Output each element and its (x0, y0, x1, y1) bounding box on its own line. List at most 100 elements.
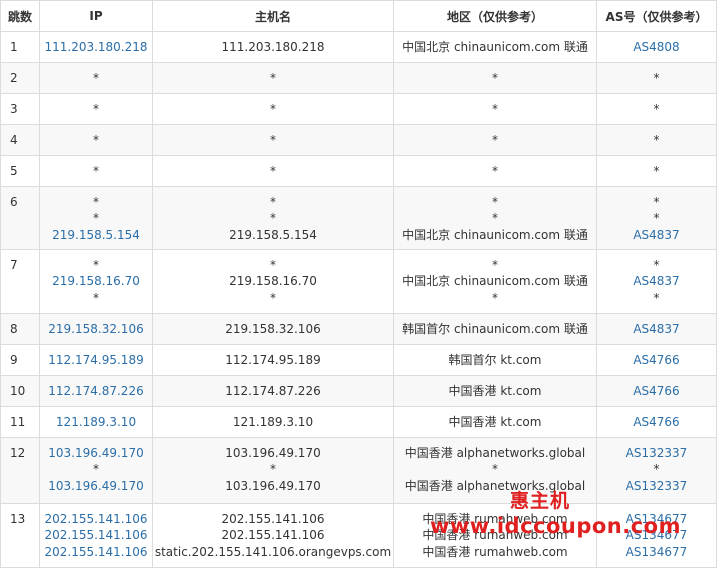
hostname-text: 219.158.16.70 (229, 274, 317, 289)
as-link[interactable]: AS134677 (597, 544, 716, 560)
ip-link[interactable]: 112.174.95.189 (40, 352, 152, 368)
as-link[interactable]: AS134677 (597, 511, 716, 527)
ip-link[interactable]: 202.155.141.106 (40, 527, 152, 543)
as-link[interactable]: AS4837 (597, 273, 716, 289)
ip-link[interactable]: 202.155.141.106 (40, 511, 152, 527)
timeout-marker: * (492, 164, 498, 178)
ip-link[interactable]: 219.158.16.70 (40, 273, 152, 289)
hop-number: 13 (0, 503, 40, 568)
hostname-cell: * (152, 93, 394, 125)
hostname-cell: 121.189.3.10 (152, 406, 394, 438)
table-header-row: 跳数 IP 主机名 地区（仅供参考） AS号（仅供参考） (0, 0, 717, 32)
timeout-marker: * (270, 102, 276, 116)
as-link[interactable]: AS4766 (597, 383, 716, 399)
region-cell: * (393, 155, 597, 187)
as-cell: AS134677 AS134677 AS134677 (596, 503, 717, 568)
timeout-marker: * (653, 258, 660, 272)
timeout-marker: * (270, 290, 276, 305)
region-text: 中国香港 rumahweb.com (422, 528, 568, 543)
timeout-marker: * (93, 102, 99, 116)
ip-cell: 121.189.3.10 (39, 406, 153, 438)
as-cell: AS4766 (596, 375, 717, 407)
timeout-marker: * (93, 462, 99, 477)
hostname-text: 112.174.87.226 (225, 384, 321, 398)
region-text: 中国香港 kt.com (448, 384, 542, 398)
timeout-marker: * (653, 290, 660, 305)
timeout-marker: * (93, 290, 99, 305)
ip-link[interactable]: 202.155.141.106 (40, 544, 152, 560)
ip-cell: 219.158.32.106 (39, 313, 153, 345)
as-cell: AS4808 (596, 31, 717, 63)
timeout-marker: * (270, 71, 276, 85)
timeout-marker: * (93, 133, 99, 147)
hop-number: 8 (0, 313, 40, 345)
timeout-marker: * (93, 71, 99, 85)
ip-cell: * (39, 93, 153, 125)
as-link[interactable]: AS4837 (597, 321, 716, 337)
table-row: 4 * * * * (0, 124, 717, 156)
as-cell: AS4766 (596, 406, 717, 438)
timeout-marker: * (492, 290, 498, 305)
as-link[interactable]: AS4766 (597, 352, 716, 368)
hop-number: 4 (0, 124, 40, 156)
region-cell: 中国香港 alphanetworks.global * 中国香港 alphanetw… (393, 437, 597, 504)
hostname-text: 219.158.32.106 (225, 322, 321, 336)
timeout-marker: * (270, 462, 276, 477)
region-text: 中国香港 alphanetworks.global (404, 446, 586, 460)
as-link[interactable]: AS4766 (597, 414, 716, 430)
as-link[interactable]: AS134677 (597, 527, 716, 543)
ip-link[interactable]: 111.203.180.218 (40, 39, 152, 55)
hop-number: 11 (0, 406, 40, 438)
ip-link[interactable]: 103.196.49.170 (40, 478, 152, 494)
ip-cell: * 219.158.16.70 * (39, 249, 153, 314)
region-cell: * (393, 93, 597, 125)
hostname-cell: * (152, 155, 394, 187)
timeout-marker: * (270, 258, 276, 272)
hostname-cell: 202.155.141.106 202.155.141.106 static.202… (152, 503, 394, 568)
table-row: 9 112.174.95.189 112.174.95.189 韩国首尔 kt.com… (0, 344, 717, 376)
timeout-marker: * (492, 133, 498, 147)
region-cell: 中国香港 rumahweb.com 中国香港 rumahweb.com 中国香港 r… (393, 503, 597, 568)
timeout-marker: * (270, 211, 276, 226)
ip-link[interactable]: 219.158.32.106 (40, 321, 152, 337)
table-row: 10 112.174.87.226 112.174.87.226 中国香港 kt.co… (0, 375, 717, 407)
timeout-marker: * (492, 71, 498, 85)
as-cell: * (596, 93, 717, 125)
table-row: 11 121.189.3.10 121.189.3.10 中国香港 kt.com AS4… (0, 406, 717, 438)
as-cell: * AS4837 * (596, 249, 717, 314)
region-cell: 韩国首尔 chinaunicom.com 联通 (393, 313, 597, 345)
header-region: 地区（仅供参考） (393, 0, 597, 32)
traceroute-table: 跳数 IP 主机名 地区（仅供参考） AS号（仅供参考） 1 111.203.18… (0, 0, 717, 568)
as-link[interactable]: AS4808 (597, 39, 716, 55)
hop-number: 10 (0, 375, 40, 407)
hostname-cell: 112.174.87.226 (152, 375, 394, 407)
as-link[interactable]: AS4837 (597, 227, 716, 243)
as-link[interactable]: AS132337 (597, 445, 716, 461)
region-cell: 中国香港 kt.com (393, 375, 597, 407)
timeout-marker: * (492, 258, 498, 272)
ip-link[interactable]: 121.189.3.10 (40, 414, 152, 430)
hop-number: 5 (0, 155, 40, 187)
timeout-marker: * (492, 211, 498, 226)
as-cell: * * AS4837 (596, 186, 717, 250)
ip-link[interactable]: 219.158.5.154 (40, 227, 152, 243)
hostname-text: 111.203.180.218 (221, 40, 325, 54)
region-cell: 中国香港 kt.com (393, 406, 597, 438)
header-hop: 跳数 (0, 0, 40, 32)
ip-link[interactable]: 103.196.49.170 (40, 445, 152, 461)
region-text: 韩国首尔 chinaunicom.com 联通 (402, 322, 588, 336)
hostname-text: 121.189.3.10 (232, 415, 314, 429)
as-link[interactable]: AS132337 (597, 478, 716, 494)
region-cell: 韩国首尔 kt.com (393, 344, 597, 376)
ip-cell: 111.203.180.218 (39, 31, 153, 63)
hostname-text: 103.196.49.170 (225, 478, 321, 493)
header-as: AS号（仅供参考） (596, 0, 717, 32)
region-cell: * 中国北京 chinaunicom.com 联通 * (393, 249, 597, 314)
region-text: 中国北京 chinaunicom.com 联通 (402, 274, 588, 289)
hop-number: 6 (0, 186, 40, 250)
ip-link[interactable]: 112.174.87.226 (40, 383, 152, 399)
timeout-marker: * (93, 258, 99, 272)
table-row: 7 * 219.158.16.70 * * 219.158.16.70 * * 中国北京 chi… (0, 249, 717, 314)
table-row: 1 111.203.180.218 111.203.180.218 中国北京 chin… (0, 31, 717, 63)
hop-number: 2 (0, 62, 40, 94)
